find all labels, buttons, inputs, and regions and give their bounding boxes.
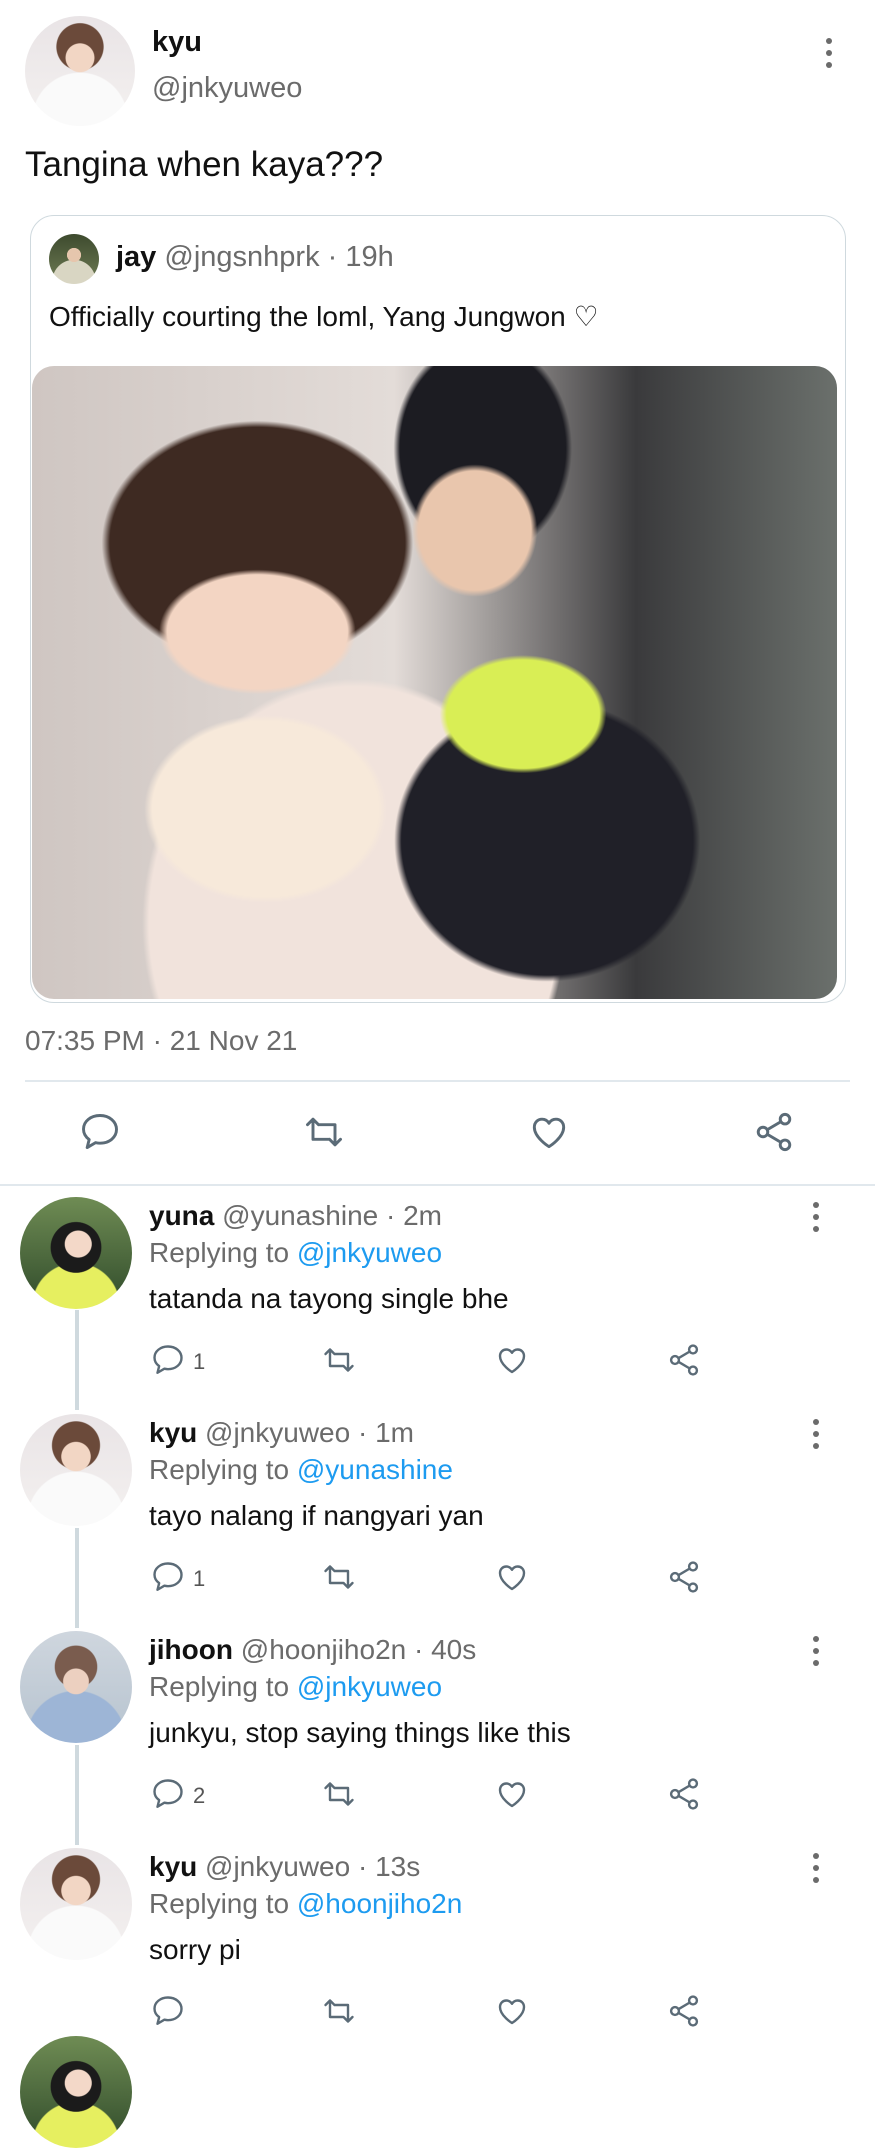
thread-line (75, 1528, 79, 1628)
reply-author-handle[interactable]: @jnkyuweo (205, 1851, 350, 1882)
retweet-icon[interactable] (321, 1993, 357, 2029)
reply-header: yuna @yunashine · 2m (149, 1200, 442, 1232)
reply-text: sorry pi (149, 1934, 241, 1965)
reply-icon[interactable] (78, 1110, 122, 1154)
more-options-icon[interactable] (819, 38, 839, 68)
reply-icon[interactable] (150, 1342, 186, 1378)
replying-to: Replying to @jnkyuweo (149, 1671, 442, 1703)
quoted-text: Officially courting the loml, Yang Jungw… (49, 301, 599, 332)
replying-to-label: Replying to (149, 1454, 290, 1485)
like-icon[interactable] (494, 1776, 530, 1812)
like-icon[interactable] (527, 1110, 571, 1154)
retweet-icon[interactable] (321, 1776, 357, 1812)
like-icon[interactable] (494, 1559, 530, 1595)
reply-author-handle[interactable]: @jnkyuweo (205, 1417, 350, 1448)
replying-to: Replying to @jnkyuweo (149, 1237, 442, 1269)
thread-line (75, 1745, 79, 1845)
reply-text: tatanda na tayong single bhe (149, 1283, 509, 1314)
more-options-icon[interactable] (806, 1202, 826, 1232)
reply-icon[interactable] (150, 1776, 186, 1812)
divider (25, 1080, 850, 1082)
more-options-icon[interactable] (806, 1853, 826, 1883)
reply-header: kyu @jnkyuweo · 1m (149, 1417, 414, 1449)
more-options-icon[interactable] (806, 1636, 826, 1666)
reply-count: 1 (193, 1349, 206, 1374)
reply-text: junkyu, stop saying things like this (149, 1717, 571, 1748)
reply-author-name[interactable]: kyu (149, 1851, 197, 1882)
more-options-icon[interactable] (806, 1419, 826, 1449)
replying-to-label: Replying to (149, 1237, 290, 1268)
author-handle[interactable]: @jnkyuweo (152, 72, 302, 105)
quoted-author-name: jay (116, 241, 157, 273)
reply-author-name[interactable]: kyu (149, 1417, 197, 1448)
like-icon[interactable] (494, 1342, 530, 1378)
replying-to: Replying to @hoonjiho2n (149, 1888, 462, 1920)
reply-count: 1 (193, 1566, 206, 1591)
replying-to-link[interactable]: @jnkyuweo (297, 1671, 442, 1702)
reply-time: · 1m (357, 1417, 414, 1448)
reply-icon[interactable] (150, 1559, 186, 1595)
share-icon[interactable] (666, 1993, 702, 2029)
reply-time: · 13s (357, 1851, 421, 1882)
reply-avatar[interactable] (20, 1197, 132, 1309)
reply-author-handle[interactable]: @yunashine (222, 1200, 378, 1231)
reply-time: · 2m (386, 1200, 442, 1231)
share-icon[interactable] (666, 1342, 702, 1378)
thread-line (75, 1310, 79, 1410)
quoted-header: jay @jngsnhprk · 19h (116, 241, 394, 274)
reply-author-name[interactable]: jihoon (149, 1634, 233, 1665)
reply-avatar[interactable] (20, 1631, 132, 1743)
like-icon[interactable] (494, 1993, 530, 2029)
reply-avatar[interactable] (20, 1414, 132, 1526)
reply-avatar[interactable] (20, 1848, 132, 1960)
reply-author-name[interactable]: yuna (149, 1200, 214, 1231)
replying-to-label: Replying to (149, 1888, 290, 1919)
reply-icon[interactable] (150, 1993, 186, 2029)
divider (0, 1184, 875, 1186)
replying-to-link[interactable]: @yunashine (297, 1454, 453, 1485)
reply-count: 2 (193, 1783, 206, 1808)
author-name[interactable]: kyu (152, 26, 202, 59)
author-avatar[interactable] (25, 16, 135, 126)
share-icon[interactable] (666, 1776, 702, 1812)
share-icon[interactable] (666, 1559, 702, 1595)
tweet-text: Tangina when kaya??? (25, 145, 384, 184)
retweet-icon[interactable] (321, 1342, 357, 1378)
reply-author-handle[interactable]: @hoonjiho2n (241, 1634, 406, 1665)
retweet-icon[interactable] (321, 1559, 357, 1595)
quoted-author-avatar[interactable] (49, 234, 99, 284)
quoted-author-handle: @jngsnhprk (164, 241, 320, 273)
quoted-photo[interactable] (32, 366, 837, 999)
reply-header: kyu @jnkyuweo · 13s (149, 1851, 420, 1883)
share-icon[interactable] (752, 1110, 796, 1154)
reply-header: jihoon @hoonjiho2n · 40s (149, 1634, 476, 1666)
reply-time: · 40s (414, 1634, 477, 1665)
reply-text: tayo nalang if nangyari yan (149, 1500, 484, 1531)
retweet-icon[interactable] (302, 1110, 346, 1154)
tweet-timestamp: 07:35 PM · 21 Nov 21 (25, 1025, 298, 1056)
reply-avatar[interactable] (20, 2036, 132, 2148)
replying-to-link[interactable]: @hoonjiho2n (297, 1888, 462, 1919)
replying-to-label: Replying to (149, 1671, 290, 1702)
replying-to-link[interactable]: @jnkyuweo (297, 1237, 442, 1268)
replying-to: Replying to @yunashine (149, 1454, 453, 1486)
quoted-time: · 19h (327, 241, 394, 273)
